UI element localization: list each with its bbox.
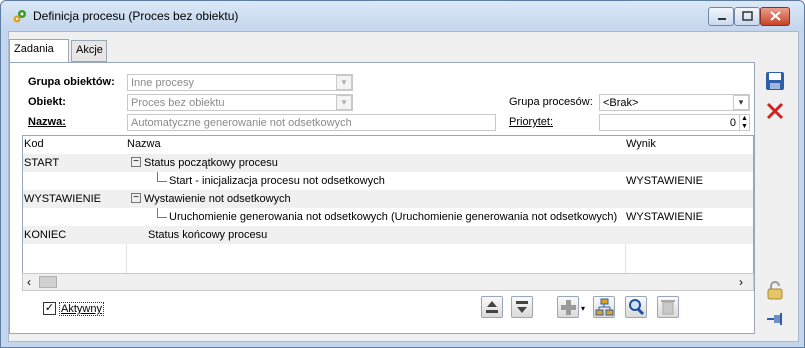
chevron-right-icon[interactable]: › [739,275,743,289]
cell-nazwa: Status początkowy procesu [144,157,278,169]
column-header-kod[interactable]: Kod [24,138,44,150]
obiekt-select[interactable]: Proces bez obiektu [127,94,353,111]
grupa-obiektow-select[interactable]: Inne procesy [127,74,353,91]
table-row[interactable]: Uruchomienie generowania not odsetkowych… [23,208,753,226]
priorytet-label: Priorytet: [509,116,554,128]
move-up-icon [486,301,498,313]
move-up-button[interactable] [481,296,503,318]
search-icon [629,299,645,316]
table-row[interactable]: KONIEC Status końcowy procesu [23,226,753,244]
window: Definicja procesu (Proces bez obiektu) Z… [0,0,805,348]
window-title: Definicja procesu (Proces bez obiektu) [33,9,239,23]
column-header-wynik[interactable]: Wynik [626,138,656,150]
cell-kod: KONIEC [24,229,67,241]
lock-icon [767,281,783,300]
column-header-nazwa[interactable]: Nazwa [127,138,161,150]
minimize-icon [718,18,726,20]
tasks-grid: Kod Nazwa Wynik START − Status początkowy … [22,135,754,291]
title-bar: Definicja procesu (Proces bez obiektu) [1,1,804,31]
nazwa-label: Nazwa: [28,116,66,128]
chevron-down-icon[interactable]: ▾ [336,95,352,110]
add-dropdown-arrow[interactable]: ▾ [581,304,585,313]
cell-nazwa: Status końcowy procesu [148,229,268,241]
cell-nazwa: Wystawienie not odsetkowych [144,193,291,205]
tab-zadania[interactable]: Zadania [9,39,69,63]
grupa-obiektow-label: Grupa obiektów: [28,76,115,88]
cell-kod: START [24,157,60,169]
chevron-down-icon[interactable]: ▾ [733,95,749,110]
app-gear-icon [13,10,26,23]
collapse-toggle-icon[interactable]: − [131,193,141,203]
close-button[interactable] [760,7,790,26]
nazwa-input[interactable]: Automatyczne generowanie not odsetkowych [127,114,496,131]
maximize-icon [742,11,753,21]
delete-button[interactable] [764,100,786,122]
cell-wynik: WYSTAWIENIE [626,211,703,223]
delete-row-button[interactable] [657,296,679,318]
priorytet-spinner[interactable]: ▲ ▼ [739,114,750,131]
aktywny-label: Aktywny [59,302,104,316]
cell-kod: WYSTAWIENIE [24,193,101,205]
pin-button[interactable] [764,308,786,330]
move-down-icon [516,301,528,313]
plus-icon [561,300,576,315]
horizontal-scrollbar[interactable]: ‹ › [22,273,754,291]
trash-icon [661,300,675,315]
cell-nazwa: Uruchomienie generowania not odsetkowych… [169,211,618,223]
tab-akcje[interactable]: Akcje [71,40,107,62]
add-button[interactable] [557,296,579,318]
save-button[interactable] [764,70,786,92]
obiekt-label: Obiekt: [28,96,66,108]
priorytet-input[interactable]: 0 [599,114,740,131]
minimize-button[interactable] [708,7,734,26]
aktywny-checkbox[interactable]: ✓ [43,302,56,315]
table-row[interactable]: WYSTAWIENIE − Wystawienie not odsetkowych [23,190,753,208]
save-icon [766,72,784,90]
table-row[interactable]: START − Status początkowy procesu [23,154,753,172]
tree-line [157,208,167,218]
chevron-down-icon[interactable]: ▾ [336,75,352,90]
chevron-left-icon[interactable]: ‹ [27,275,31,289]
lock-button[interactable] [764,279,786,301]
search-button[interactable] [625,296,647,318]
tree-line [157,172,167,182]
cell-nazwa: Start - inicjalizacja procesu not odsetk… [169,175,385,187]
close-x-icon [766,102,784,120]
maximize-button[interactable] [734,7,760,26]
pin-icon [767,313,782,325]
grupa-procesow-label: Grupa procesów: [509,96,593,108]
hierarchy-icon [595,298,614,316]
collapse-toggle-icon[interactable]: − [131,157,141,167]
structure-button[interactable] [593,296,615,318]
close-icon [770,11,781,21]
scroll-thumb[interactable] [39,276,57,288]
move-down-button[interactable] [511,296,533,318]
cell-wynik: WYSTAWIENIE [626,175,703,187]
grupa-procesow-select[interactable]: <Brak> [599,94,750,111]
table-row[interactable]: Start - inicjalizacja procesu not odsetk… [23,172,753,190]
